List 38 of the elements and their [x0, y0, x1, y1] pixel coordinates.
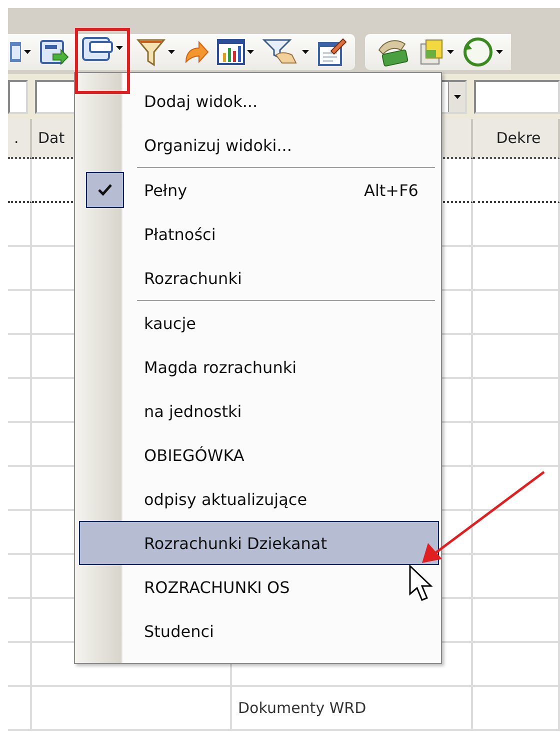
menu-item[interactable]: Rozrachunki Dziekanat	[79, 521, 439, 565]
menu-item[interactable]: OBIEGÓWKA	[79, 433, 439, 477]
toolbar-button[interactable]	[215, 36, 256, 68]
caret-icon	[247, 50, 254, 54]
menu-item[interactable]: Dodaj widok...	[79, 79, 439, 123]
filter-field[interactable]	[8, 80, 28, 114]
column-header[interactable]: Dekre	[473, 119, 560, 159]
curved-arrow-icon	[183, 39, 209, 65]
filter-field[interactable]	[474, 80, 560, 114]
caret-icon	[24, 50, 31, 54]
table-cell: Dokumenty WRD	[232, 687, 473, 731]
caret-icon	[302, 50, 309, 54]
caret-icon	[168, 50, 175, 54]
documents-icon	[419, 38, 445, 66]
menu-item[interactable]: kaucje	[79, 301, 439, 345]
caret-icon	[447, 50, 454, 54]
menu-item[interactable]: Rozrachunki	[79, 256, 439, 300]
toolbar-button[interactable]	[315, 36, 349, 68]
bar-chart-icon	[217, 38, 245, 66]
menu-item[interactable]: odpisy aktualizujące	[79, 477, 439, 521]
menu-item[interactable]: Organizuj widoki...	[79, 123, 439, 167]
menu-item[interactable]: Płatności	[79, 212, 439, 256]
dropdown-button[interactable]	[448, 82, 465, 112]
menu-item[interactable]: Magda rozrachunki	[79, 345, 439, 389]
notepad-pen-icon	[317, 37, 347, 67]
caret-icon	[496, 50, 503, 54]
table-icon	[10, 39, 22, 65]
menu-item[interactable]: ROZRACHUNKI OS	[79, 565, 439, 609]
window-arrow-icon	[39, 38, 69, 66]
mouse-cursor-icon	[409, 565, 433, 601]
windows-icon	[82, 34, 114, 62]
caret-icon	[454, 95, 460, 99]
caret-icon	[116, 46, 123, 50]
menu-item[interactable]: Pełny Alt+F6	[79, 168, 439, 212]
funnel-icon	[136, 37, 166, 67]
menu-item[interactable]: Studenci	[79, 609, 439, 653]
menu-item[interactable]: na jednostki	[79, 389, 439, 433]
column-header[interactable]: .	[8, 119, 32, 159]
